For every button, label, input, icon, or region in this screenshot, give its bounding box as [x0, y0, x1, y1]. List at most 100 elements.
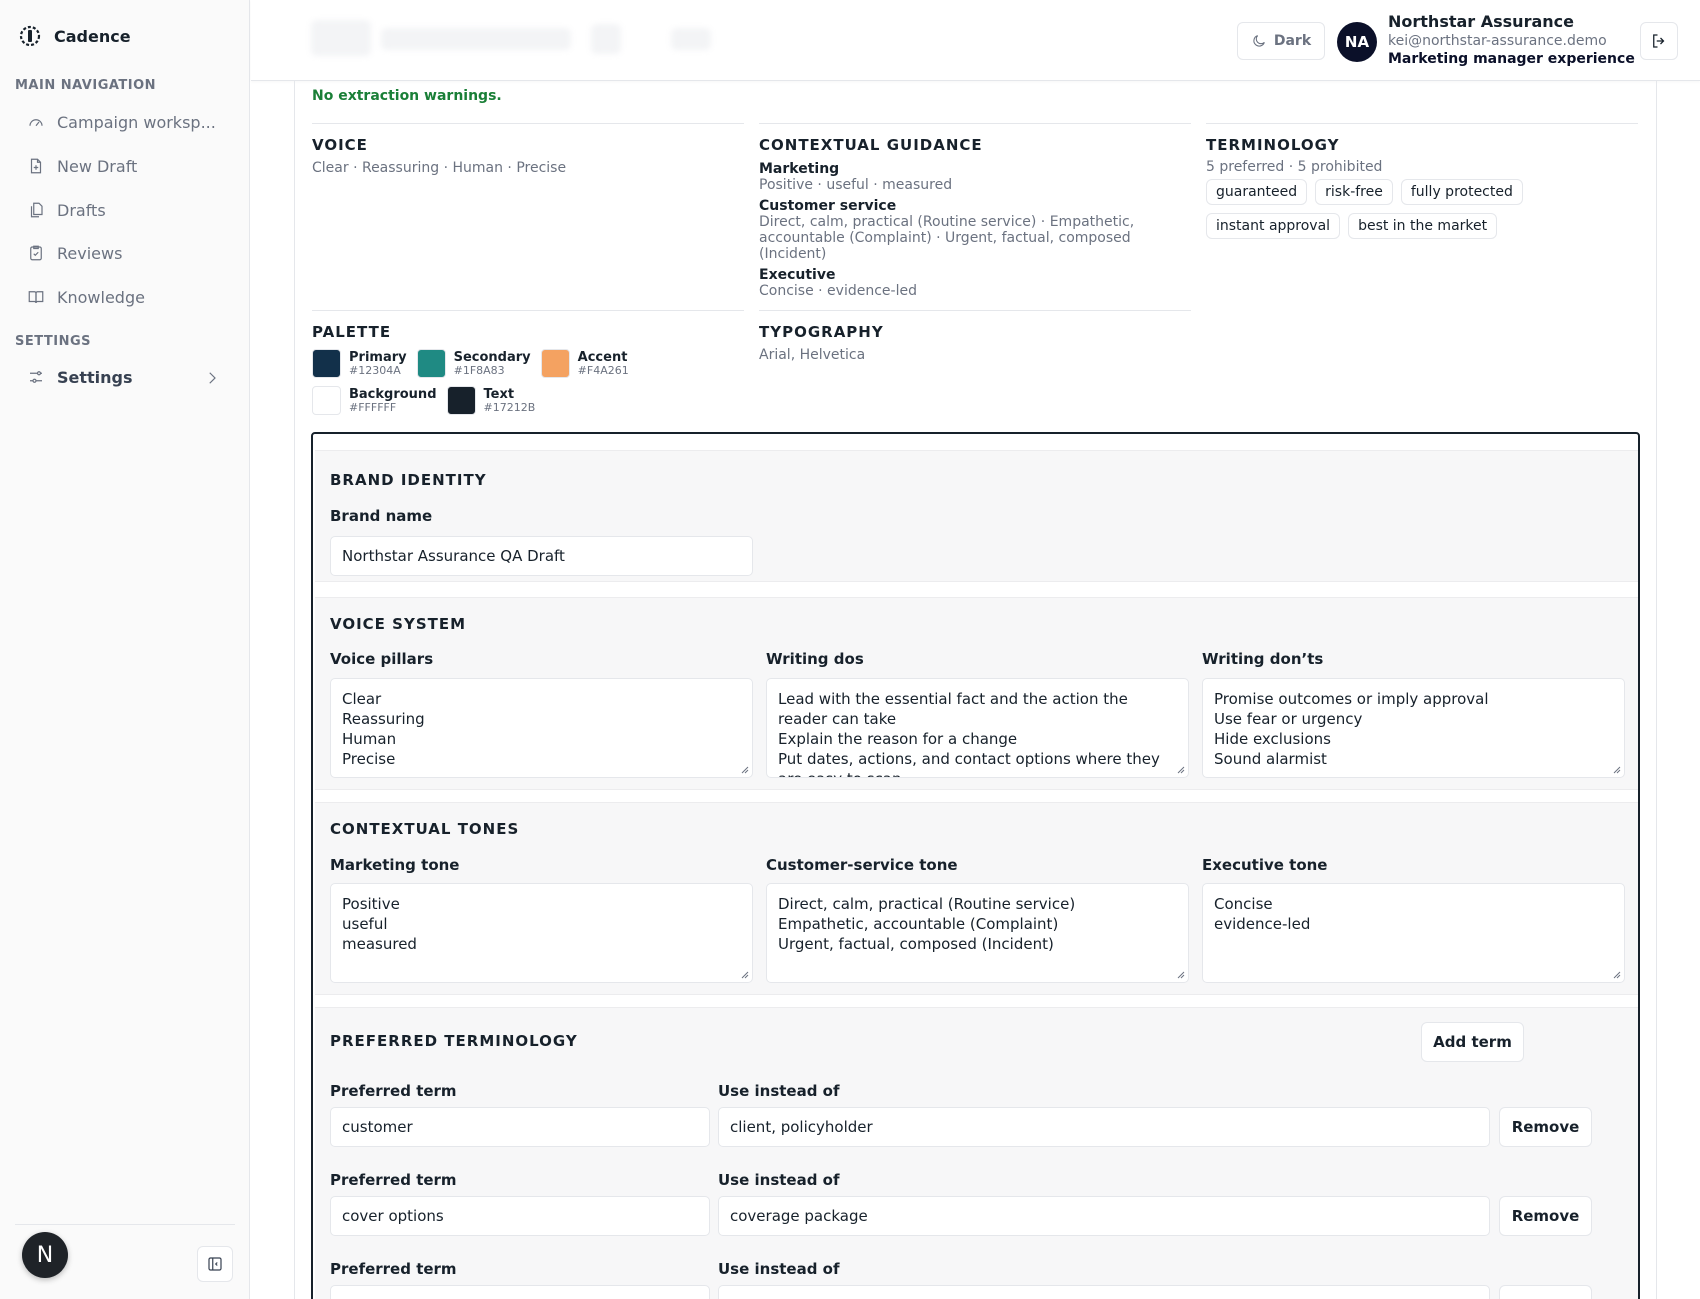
palette-row-1: Primary #12304A Secondary #1F8A83 Accent #F… — [312, 349, 744, 378]
swatch-color — [312, 349, 341, 378]
sidebar-item-drafts[interactable]: Drafts — [15, 190, 235, 230]
remove-term-button[interactable] — [1499, 1285, 1592, 1299]
executive-tone-textarea[interactable]: Concise evidence-led — [1202, 883, 1625, 983]
term-chip: fully protected — [1400, 179, 1523, 205]
sidebar-item-campaign-workspace[interactable]: Campaign worksp... — [15, 102, 235, 142]
preferred-term-label: Preferred term — [330, 1082, 457, 1100]
voice-summary: VOICE Clear · Reassuring · Human · Preci… — [312, 123, 744, 303]
textarea-value: Lead with the essential fact and the act… — [778, 690, 1160, 777]
use-instead-input[interactable]: coverage package — [718, 1196, 1490, 1236]
palette-row-2: Background #FFFFFF Text #17212B — [312, 386, 744, 415]
user-avatar[interactable]: NA — [1337, 22, 1377, 62]
executive-heading: Executive — [759, 267, 836, 283]
textarea-value: Concise evidence-led — [1214, 895, 1311, 933]
preferred-term-input[interactable]: cover options — [330, 1196, 710, 1236]
blurred-element — [381, 28, 571, 50]
brand-name-input[interactable]: Northstar Assurance QA Draft — [330, 536, 753, 576]
textarea-value: Promise outcomes or imply approval Use f… — [1214, 690, 1489, 768]
swatch-primary: Primary #12304A — [312, 349, 407, 378]
swatch-background: Background #FFFFFF — [312, 386, 437, 415]
use-instead-label: Use instead of — [718, 1082, 840, 1100]
term-chip: risk-free — [1315, 179, 1393, 205]
swatch-hex: #FFFFFF — [349, 400, 397, 414]
contextual-guidance-heading: CONTEXTUAL GUIDANCE — [759, 136, 983, 154]
swatch-name: Text — [483, 386, 515, 402]
settings-heading: SETTINGS — [15, 334, 92, 349]
resize-handle-icon[interactable] — [739, 969, 749, 979]
sidebar-item-label: New Draft — [57, 156, 138, 176]
textarea-value: Direct, calm, practical (Routine service… — [778, 895, 1076, 953]
logout-button[interactable] — [1640, 22, 1678, 60]
user-role: Marketing manager experience — [1388, 51, 1635, 67]
voice-heading: VOICE — [312, 136, 368, 154]
preferred-terminology-section: PREFERRED TERMINOLOGY Add term Preferred… — [315, 1007, 1638, 1299]
sidebar-item-settings[interactable]: Settings — [15, 357, 235, 397]
cadence-logo-icon — [19, 25, 41, 47]
contextual-tones-section: CONTEXTUAL TONES Marketing tone Positive… — [315, 802, 1638, 995]
swatch-name: Background — [349, 386, 437, 402]
dark-mode-toggle[interactable]: Dark — [1237, 22, 1325, 60]
file-plus-icon — [30, 158, 42, 174]
swatch-hex: #12304A — [349, 363, 401, 377]
writing-dos-textarea[interactable]: Lead with the essential fact and the act… — [766, 678, 1189, 778]
resize-handle-icon[interactable] — [1175, 764, 1185, 774]
user-email: kei@northstar-assurance.demo — [1388, 33, 1607, 49]
swatch-name: Primary — [349, 349, 407, 365]
voice-system-heading: VOICE SYSTEM — [330, 615, 467, 633]
avatar[interactable]: N — [22, 1232, 68, 1278]
preferred-term-input[interactable]: customer — [330, 1107, 710, 1147]
term-chip: guaranteed — [1206, 179, 1308, 205]
term-chip: instant approval — [1206, 213, 1341, 239]
voice-pillars-textarea[interactable]: Clear Reassuring Human Precise — [330, 678, 753, 778]
preferred-term-label: Preferred term — [330, 1260, 457, 1278]
remove-term-button[interactable]: Remove — [1499, 1107, 1592, 1147]
sidebar-item-label: Settings — [57, 367, 133, 387]
collapse-sidebar-button[interactable] — [197, 1246, 233, 1282]
blurred-element — [591, 24, 621, 54]
add-term-button[interactable]: Add term — [1421, 1022, 1524, 1062]
marketing-heading: Marketing — [759, 161, 840, 177]
swatch-color — [446, 386, 476, 415]
customer-service-heading: Customer service — [759, 198, 897, 214]
sidebar-item-label: Reviews — [57, 243, 123, 263]
term-chip: best in the market — [1348, 213, 1498, 239]
voice-pillars-label: Voice pillars — [330, 650, 434, 668]
writing-donts-label: Writing don’ts — [1202, 650, 1324, 668]
use-instead-input[interactable] — [718, 1285, 1490, 1299]
terminology-heading: TERMINOLOGY — [1206, 136, 1340, 154]
swatch-color — [416, 349, 446, 378]
use-instead-input[interactable]: client, policyholder — [718, 1107, 1490, 1147]
marketing-text: Positive · useful · measured — [759, 177, 953, 193]
resize-handle-icon[interactable] — [739, 764, 749, 774]
gauge-icon — [29, 119, 43, 127]
textarea-value: Clear Reassuring Human Precise — [342, 690, 425, 768]
resize-handle-icon[interactable] — [1611, 764, 1621, 774]
sidebar-item-label: Campaign worksp... — [57, 112, 216, 132]
terminology-summary: TERMINOLOGY 5 preferred · 5 prohibited g… — [1206, 123, 1638, 303]
resize-handle-icon[interactable] — [1611, 969, 1621, 979]
swatch-hex: #17212B — [483, 400, 536, 414]
swatch-hex: #F4A261 — [577, 363, 629, 377]
writing-donts-textarea[interactable]: Promise outcomes or imply approval Use f… — [1202, 678, 1625, 778]
executive-tone-label: Executive tone — [1202, 856, 1328, 874]
sidebar-item-new-draft[interactable]: New Draft — [15, 146, 235, 186]
sidebar-item-knowledge[interactable]: Knowledge — [15, 277, 235, 317]
textarea-value: Positive useful measured — [342, 895, 417, 953]
customer-service-tone-label: Customer-service tone — [766, 856, 958, 874]
marketing-tone-textarea[interactable]: Positive useful measured — [330, 883, 753, 983]
blurred-element — [311, 20, 371, 56]
palette-summary: PALETTE Primary #12304A Secondary #1F8A83 … — [312, 310, 744, 420]
terminology-counts: 5 preferred · 5 prohibited — [1206, 159, 1383, 175]
typography-text: Arial, Helvetica — [759, 347, 866, 363]
sidebar-item-label: Knowledge — [57, 287, 145, 307]
sidebar-item-reviews[interactable]: Reviews — [15, 233, 235, 273]
app-brand[interactable]: Cadence — [18, 24, 131, 48]
user-name: Northstar Assurance — [1388, 12, 1574, 31]
preferred-term-label: Preferred term — [330, 1171, 457, 1189]
preferred-term-input[interactable] — [330, 1285, 710, 1299]
clipboard-check-icon — [30, 245, 42, 261]
customer-service-text: Direct, calm, practical (Routine service… — [759, 214, 1135, 262]
remove-term-button[interactable]: Remove — [1499, 1196, 1592, 1236]
customer-service-tone-textarea[interactable]: Direct, calm, practical (Routine service… — [766, 883, 1189, 983]
resize-handle-icon[interactable] — [1175, 969, 1185, 979]
